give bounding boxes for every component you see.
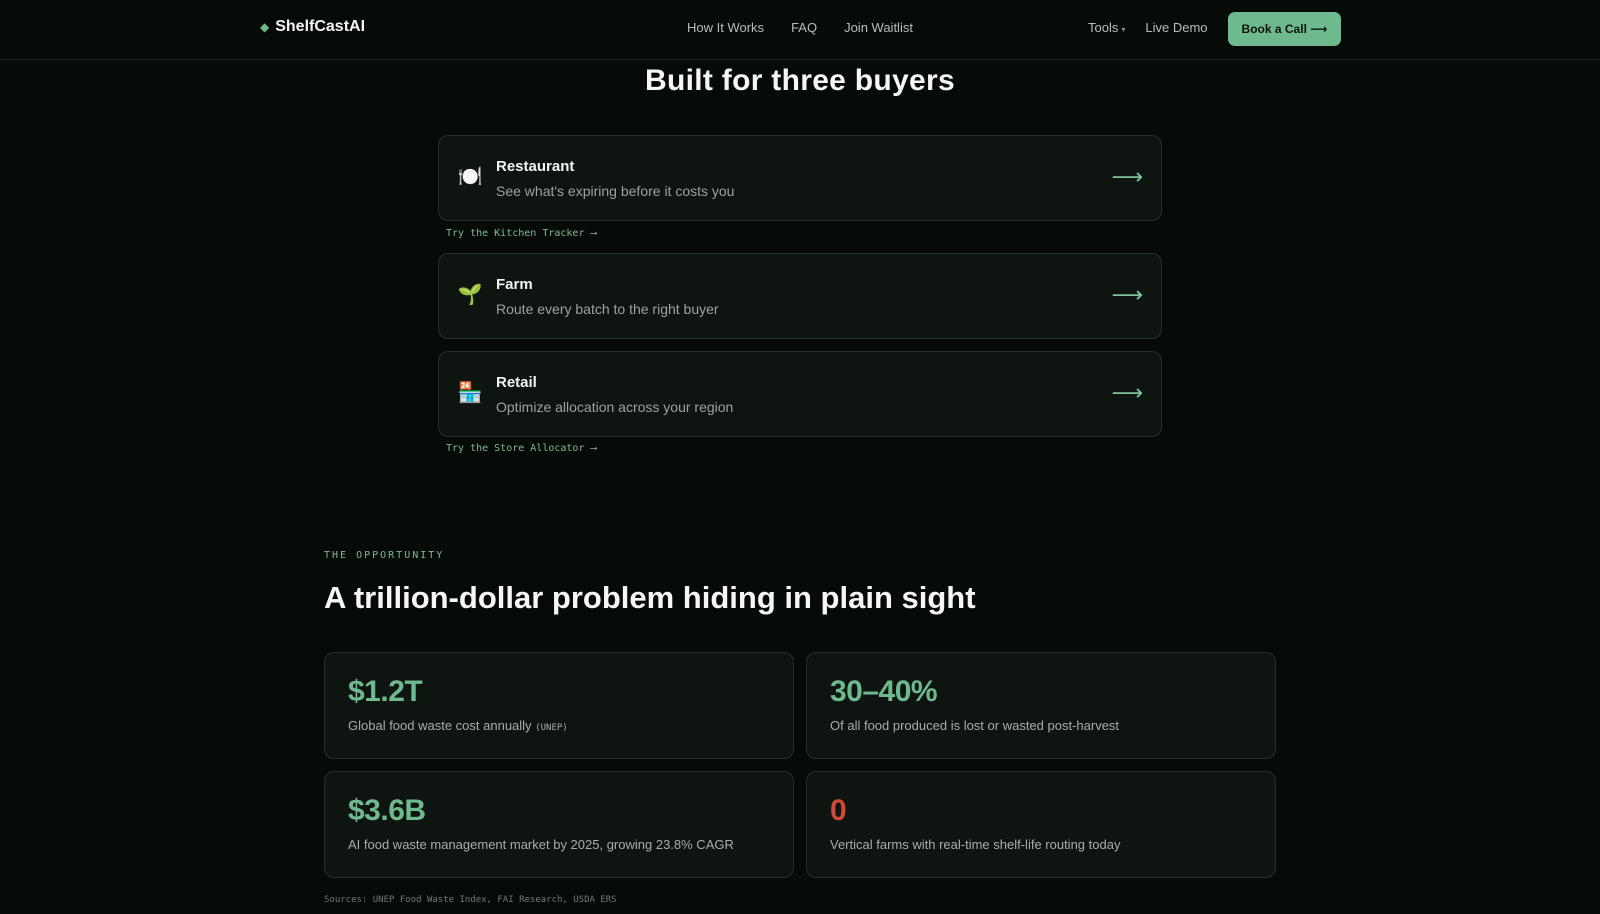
store-icon: 🏪 (457, 382, 483, 404)
nav-link-live-demo[interactable]: Live Demo (1145, 20, 1207, 35)
store-allocator-link[interactable]: Try the Store Allocator ⟶ (446, 443, 597, 454)
logo[interactable]: ◆ ShelfCastAI (260, 18, 365, 36)
book-call-button[interactable]: Book a Call ⟶ (1228, 12, 1341, 46)
buyer-card-retail[interactable]: 🏪 Retail Optimize allocation across your… (438, 351, 1162, 437)
buyer-name: Restaurant (496, 158, 575, 175)
stat-label: Of all food produced is lost or wasted p… (830, 718, 1120, 733)
sources-note: Sources: UNEP Food Waste Index, FAI Rese… (324, 895, 617, 905)
stat-value: 0 (830, 794, 847, 827)
buyer-card-farm[interactable]: 🌱 Farm Route every batch to the right bu… (438, 253, 1162, 339)
buyer-desc: Route every batch to the right buyer (496, 301, 719, 317)
nav-link-join-waitlist[interactable]: Join Waitlist (844, 20, 913, 35)
nav-links: How It Works FAQ Join Waitlist (687, 20, 913, 35)
chevron-down-icon: ▾ (1121, 25, 1126, 34)
seedling-icon: 🌱 (457, 284, 483, 306)
stat-value: $1.2T (348, 675, 423, 708)
top-nav: ◆ ShelfCastAI How It Works FAQ Join Wait… (0, 0, 1600, 60)
plate-icon: 🍽️ (457, 166, 483, 188)
tools-dropdown[interactable]: Tools ▾ (1088, 20, 1125, 35)
diamond-icon: ◆ (260, 20, 270, 34)
stat-card: $3.6B AI food waste management market by… (324, 771, 794, 878)
stat-label: Global food waste cost annually (UNEP) (348, 718, 568, 733)
logo-text: ShelfCastAI (275, 18, 366, 35)
stat-card: 0 Vertical farms with real-time shelf-li… (806, 771, 1276, 878)
stat-label: AI food waste management market by 2025,… (348, 837, 734, 852)
buyer-card-restaurant[interactable]: 🍽️ Restaurant See what's expiring before… (438, 135, 1162, 221)
buyer-name: Farm (496, 276, 533, 293)
section-title: A trillion-dollar problem hiding in plai… (324, 580, 976, 615)
nav-link-faq[interactable]: FAQ (791, 20, 817, 35)
buyers-title: Built for three buyers (645, 64, 955, 97)
buyer-desc: Optimize allocation across your region (496, 399, 734, 415)
kitchen-tracker-link[interactable]: Try the Kitchen Tracker ⟶ (446, 228, 597, 239)
arrow-right-icon: ⟶ (1111, 380, 1143, 405)
arrow-right-icon: ⟶ (1111, 282, 1143, 307)
buyer-name: Retail (496, 374, 537, 391)
stat-value: $3.6B (348, 794, 426, 827)
stat-card: $1.2T Global food waste cost annually (U… (324, 652, 794, 759)
stat-label: Vertical farms with real-time shelf-life… (830, 837, 1121, 852)
section-eyebrow: THE OPPORTUNITY (324, 550, 445, 561)
source-tag: (UNEP) (535, 723, 568, 733)
stat-card: 30–40% Of all food produced is lost or w… (806, 652, 1276, 759)
nav-link-how-it-works[interactable]: How It Works (687, 20, 764, 35)
nav-right: Tools ▾ Live Demo (1088, 20, 1208, 35)
tools-label: Tools (1088, 20, 1119, 35)
buyer-desc: See what's expiring before it costs you (496, 183, 735, 199)
arrow-right-icon: ⟶ (1111, 164, 1143, 189)
stat-label-text: Global food waste cost annually (348, 718, 532, 733)
stat-value: 30–40% (830, 675, 938, 708)
